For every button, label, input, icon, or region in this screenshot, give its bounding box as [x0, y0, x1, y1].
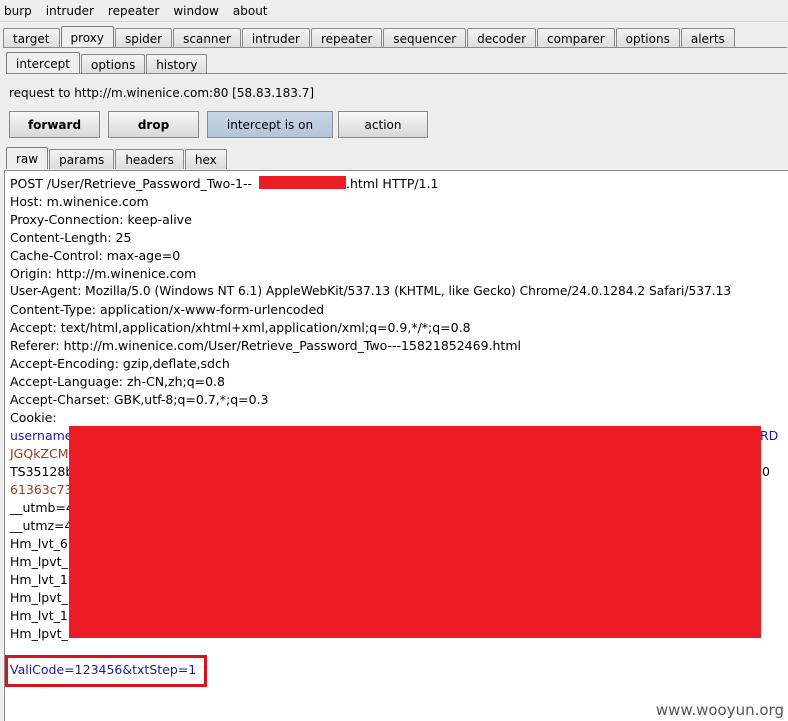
- tab-repeater[interactable]: repeater: [310, 28, 383, 48]
- header-proxy-connection: Proxy-Connection: keep-alive: [10, 212, 192, 227]
- cookie-value-2: 61363c73: [10, 482, 73, 497]
- menu-bar: burp intruder repeater window about: [0, 0, 788, 22]
- cookie-hm-lpvt-1: Hm_lpvt_: [10, 554, 68, 569]
- cookie-ts: TS35128b: [10, 464, 74, 479]
- header-cache-control: Cache-Control: max-age=0: [10, 248, 181, 263]
- header-user-agent: User-Agent: Mozilla/5.0 (Windows NT 6.1)…: [10, 284, 732, 298]
- menu-about[interactable]: about: [233, 4, 268, 18]
- tab-headers[interactable]: headers: [115, 149, 184, 169]
- request-line-part2: .html HTTP/1.1: [346, 176, 439, 191]
- header-accept-encoding: Accept-Encoding: gzip,deflate,sdch: [10, 356, 230, 371]
- header-host: Host: m.winenice.com: [10, 194, 149, 209]
- main-tab-divider: [3, 47, 787, 48]
- forward-button[interactable]: forward: [9, 111, 100, 138]
- header-cookie: Cookie:: [10, 410, 57, 425]
- header-accept-language: Accept-Language: zh-CN,zh;q=0.8: [10, 374, 226, 389]
- drop-button[interactable]: drop: [108, 111, 199, 138]
- header-accept-charset: Accept-Charset: GBK,utf-8;q=0.7,*;q=0.3: [10, 392, 269, 407]
- request-target-label: request to http://m.winenice.com:80 [58.…: [9, 86, 315, 100]
- tab-proxy[interactable]: proxy: [60, 26, 114, 48]
- tab-proxy-options[interactable]: options: [81, 54, 146, 74]
- tab-raw[interactable]: raw: [6, 147, 49, 169]
- cookie-hm-lvt-1: Hm_lvt_6: [10, 536, 68, 551]
- tab-spider[interactable]: spider: [114, 28, 173, 48]
- tab-comparer[interactable]: comparer: [537, 28, 615, 48]
- cookie-ts-tail: 0: [762, 464, 770, 479]
- tab-scanner[interactable]: scanner: [173, 28, 241, 48]
- header-origin: Origin: http://m.winenice.com: [10, 266, 197, 281]
- redaction-url: [259, 176, 346, 189]
- tab-intruder[interactable]: intruder: [241, 28, 310, 48]
- cookie-hm-lpvt-2: Hm_lpvt_: [10, 590, 68, 605]
- cookie-hm-lpvt-3: Hm_lpvt_: [10, 626, 68, 641]
- header-content-type: Content-Type: application/x-www-form-url…: [10, 302, 325, 317]
- tab-alerts[interactable]: alerts: [680, 28, 735, 48]
- tab-sequencer[interactable]: sequencer: [383, 28, 467, 48]
- cookie-username-tail: RD: [760, 428, 779, 443]
- tab-hex[interactable]: hex: [184, 149, 227, 169]
- tab-intercept[interactable]: intercept: [6, 52, 80, 74]
- menu-repeater[interactable]: repeater: [108, 4, 159, 18]
- cookie-utmb: __utmb=4: [10, 500, 74, 515]
- action-button[interactable]: action: [338, 111, 428, 138]
- header-accept: Accept: text/html,application/xhtml+xml,…: [10, 320, 471, 335]
- menu-burp[interactable]: burp: [4, 4, 32, 18]
- cookie-utmz: __utmz=4: [10, 518, 73, 533]
- request-line-part1: POST /User/Retrieve_Password_Two-1--: [10, 176, 252, 191]
- cookie-username: username: [10, 428, 73, 443]
- header-referer: Referer: http://m.winenice.com/User/Retr…: [10, 338, 521, 353]
- tab-options[interactable]: options: [615, 28, 680, 48]
- editor-tab-bar: raw params headers hex: [6, 147, 228, 169]
- header-content-length: Content-Length: 25: [10, 230, 132, 245]
- proxy-tab-bar: intercept options history: [6, 52, 208, 74]
- watermark: www.wooyun.org: [655, 701, 784, 719]
- tab-target[interactable]: target: [3, 28, 60, 48]
- menu-intruder[interactable]: intruder: [46, 4, 94, 18]
- cookie-hm-lvt-3: Hm_lvt_1: [10, 608, 68, 623]
- cookie-value-1: JGQkZCM: [10, 446, 69, 461]
- redaction-cookies: [69, 426, 761, 638]
- tab-params[interactable]: params: [49, 149, 115, 169]
- body-highlight-box: [5, 655, 207, 687]
- cookie-hm-lvt-2: Hm_lvt_1: [10, 572, 68, 587]
- intercept-button-row: forward drop intercept is on action: [9, 111, 436, 138]
- tab-history[interactable]: history: [146, 54, 208, 74]
- proxy-tab-divider: [6, 73, 787, 74]
- main-tab-bar: target proxy spider scanner intruder rep…: [3, 26, 736, 48]
- request-editor[interactable]: POST /User/Retrieve_Password_Two-1-- .ht…: [4, 170, 788, 721]
- intercept-toggle-button[interactable]: intercept is on: [207, 111, 333, 138]
- menu-window[interactable]: window: [173, 4, 219, 18]
- tab-decoder[interactable]: decoder: [467, 28, 537, 48]
